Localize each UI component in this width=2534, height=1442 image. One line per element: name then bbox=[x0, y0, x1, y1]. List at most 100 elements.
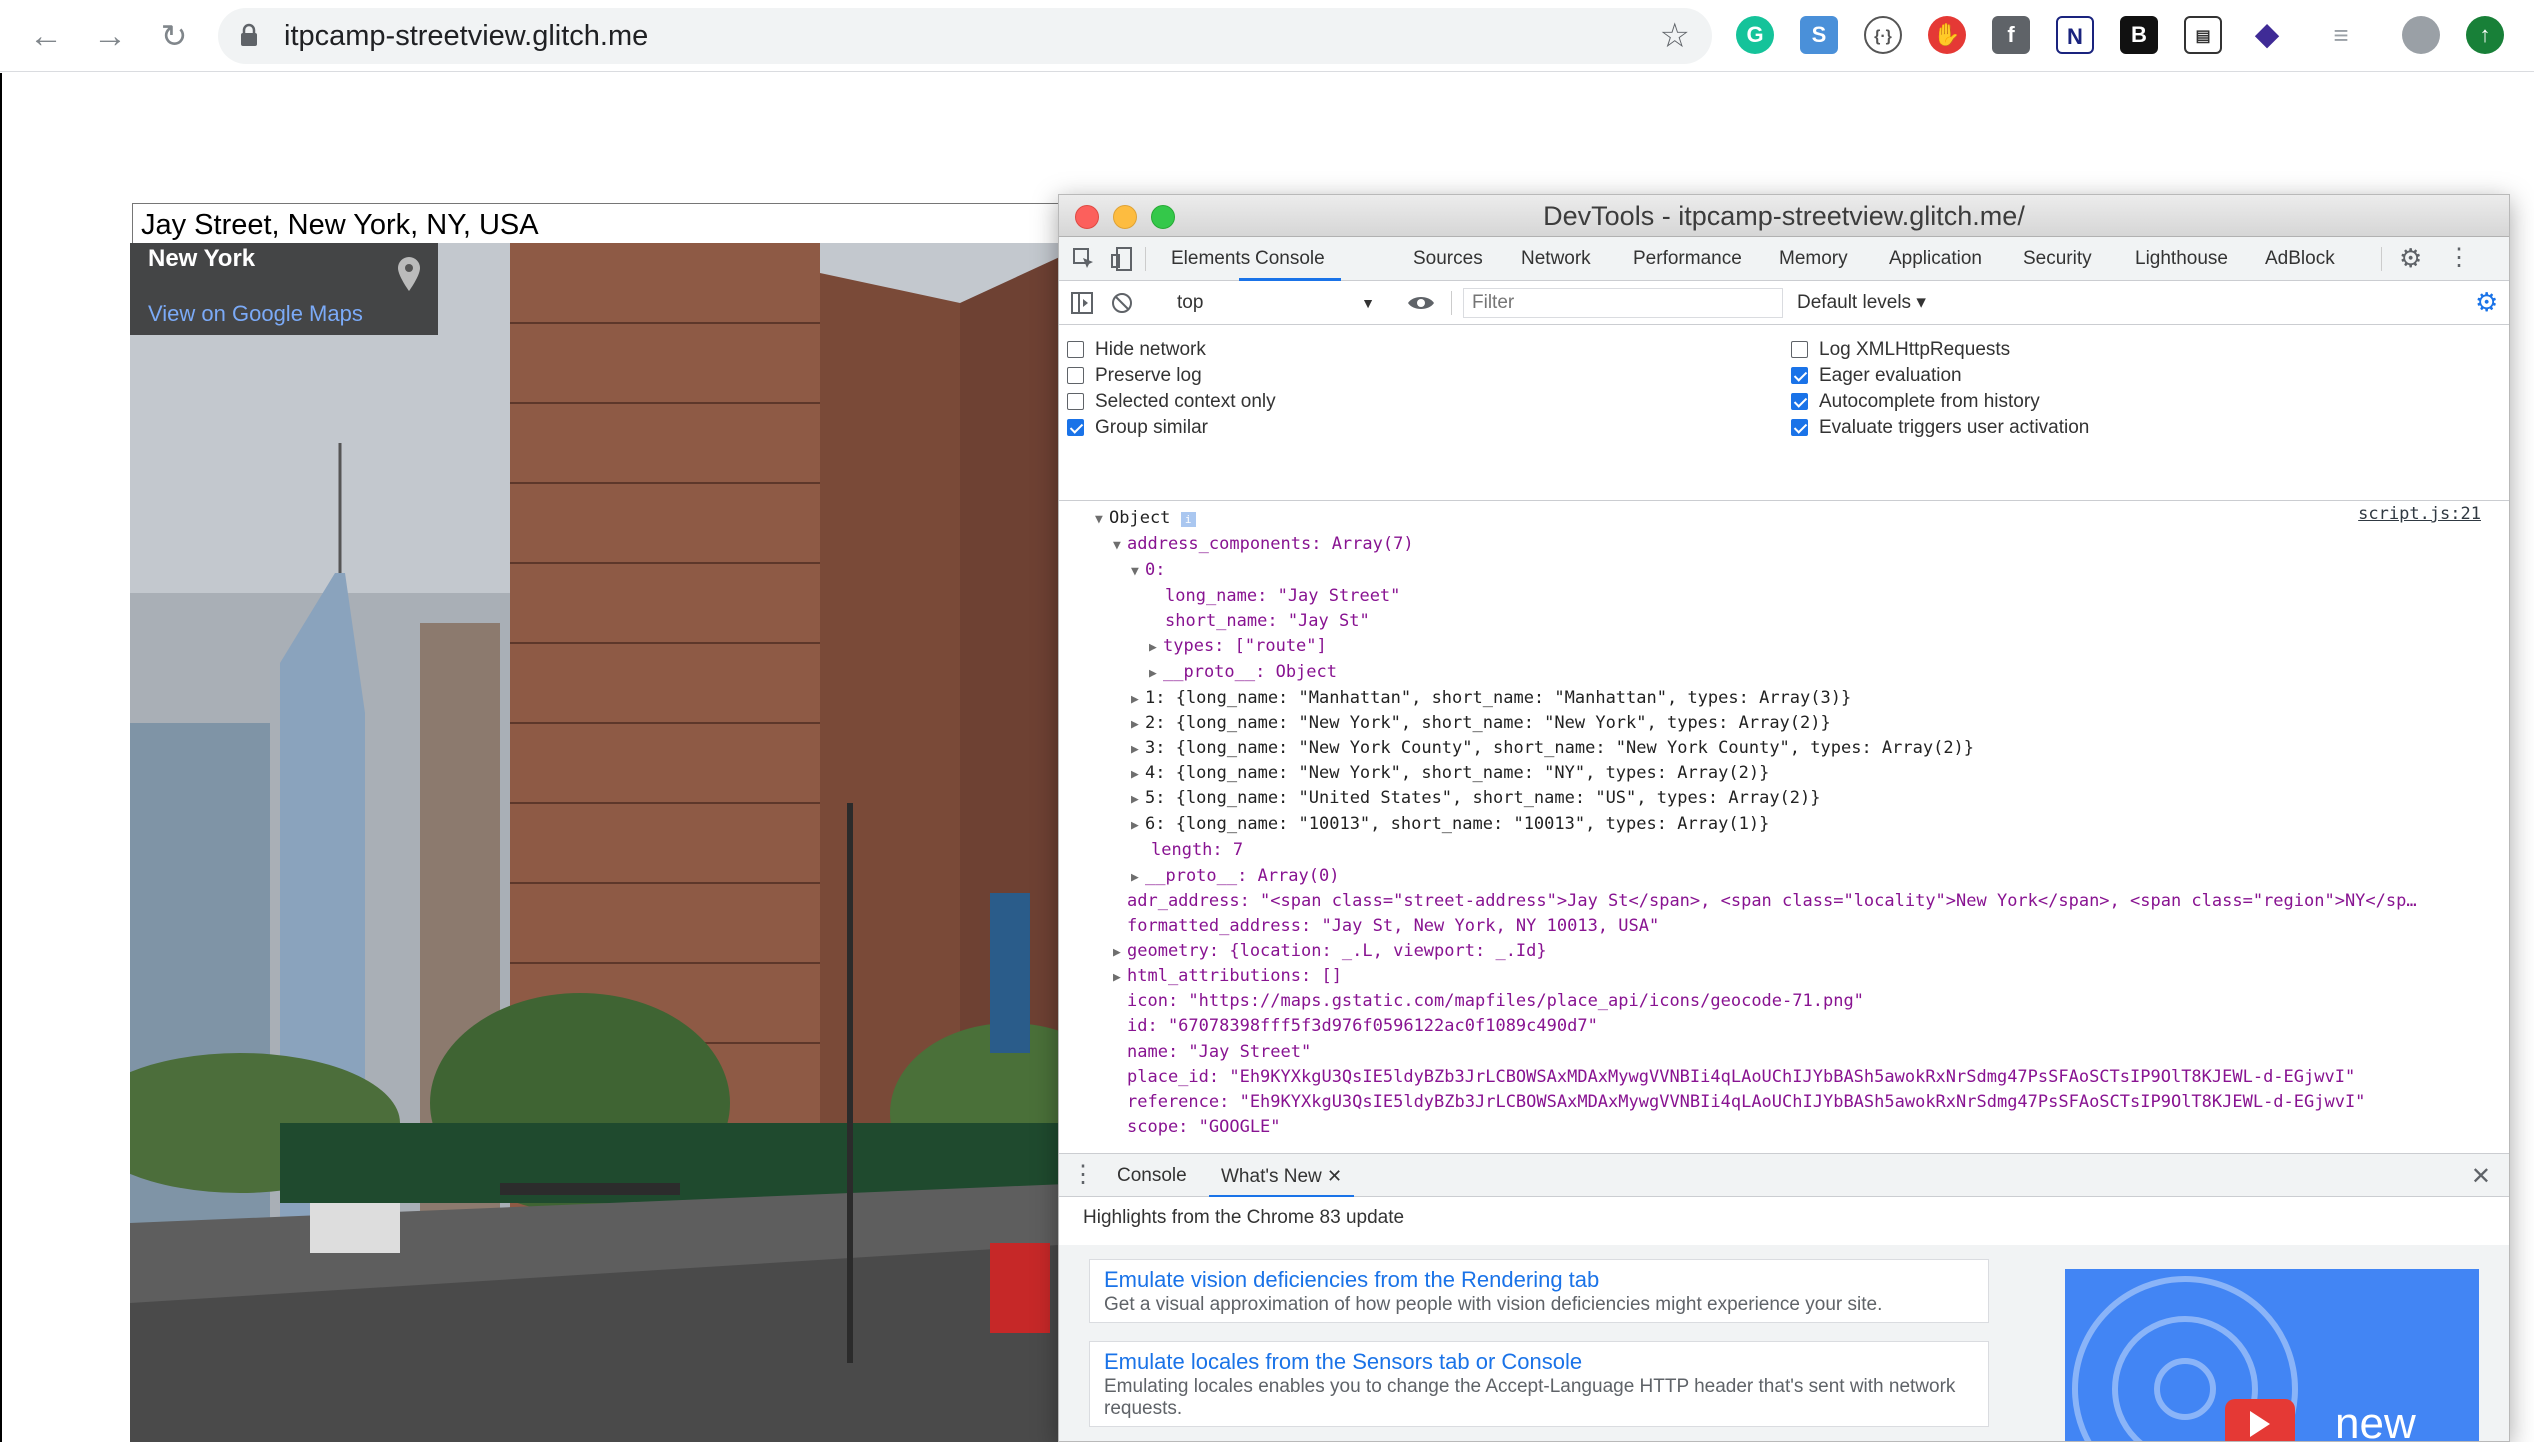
console-output[interactable]: script.js:21 ▼ Object i ▼ address_componen… bbox=[1059, 501, 2509, 1153]
console-line[interactable]: ▶ 5: {long_name: "United States", short_n… bbox=[1131, 785, 1821, 811]
location-card: New York View on Google Maps bbox=[130, 243, 438, 335]
promo-text: new bbox=[2335, 1399, 2416, 1442]
feature-title[interactable]: Emulate vision deficiencies from the Ren… bbox=[1104, 1266, 1974, 1294]
settings-gear-icon[interactable]: ⚙ bbox=[2399, 243, 2422, 274]
checkbox-box bbox=[1067, 367, 1084, 384]
tab-application[interactable]: Application bbox=[1889, 237, 1982, 281]
tab-adblock[interactable]: AdBlock bbox=[2265, 237, 2335, 281]
code-icon[interactable]: {·} bbox=[1864, 16, 1902, 54]
group-similar-checkbox[interactable]: Group similar bbox=[1067, 415, 1208, 441]
feature-title[interactable]: Emulate locales from the Sensors tab or … bbox=[1104, 1348, 1974, 1376]
console-line[interactable]: ▶ 1: {long_name: "Manhattan", short_name:… bbox=[1131, 685, 1851, 711]
b-extension-icon[interactable]: B bbox=[2120, 16, 2158, 54]
expand-arrow-icon[interactable]: ▼ bbox=[1095, 507, 1109, 533]
info-icon[interactable]: i bbox=[1180, 512, 1196, 527]
s-extension-icon[interactable]: S bbox=[1800, 16, 1838, 54]
feature-card[interactable]: Emulate locales from the Sensors tab or … bbox=[1089, 1341, 1989, 1427]
device-toolbar-icon[interactable] bbox=[1111, 247, 1133, 271]
address-bar[interactable]: itpcamp-streetview.glitch.me ☆ bbox=[218, 8, 1712, 64]
layers-icon[interactable]: ◆ bbox=[2248, 16, 2286, 54]
inspect-element-icon[interactable] bbox=[1073, 248, 1095, 270]
n-extension-icon[interactable]: N bbox=[2056, 16, 2094, 54]
console-line-text: html_attributions: [] bbox=[1127, 966, 1342, 986]
autocomplete-from-history-checkbox[interactable]: Autocomplete from history bbox=[1791, 389, 2040, 415]
tab-sources[interactable]: Sources bbox=[1413, 237, 1483, 281]
more-options-icon[interactable]: ⋮ bbox=[2447, 243, 2471, 272]
back-icon[interactable]: ← bbox=[26, 16, 66, 56]
expand-arrow-icon[interactable]: ▶ bbox=[1149, 661, 1163, 687]
console-line[interactable]: ▶ 6: {long_name: "10013", short_name: "10… bbox=[1131, 811, 1769, 837]
grammarly-icon[interactable]: G bbox=[1736, 16, 1774, 54]
tab-security[interactable]: Security bbox=[2023, 237, 2092, 281]
evaluate-triggers-user-activation-checkbox[interactable]: Evaluate triggers user activation bbox=[1791, 415, 2089, 441]
live-expression-eye-icon[interactable] bbox=[1407, 293, 1435, 313]
tab-memory[interactable]: Memory bbox=[1779, 237, 1848, 281]
checkbox-box bbox=[1791, 419, 1808, 436]
promo-video-thumbnail[interactable]: new bbox=[2065, 1269, 2479, 1442]
address-input[interactable]: Jay Street, New York, NY, USA bbox=[132, 203, 1092, 247]
feature-card[interactable]: Emulate vision deficiencies from the Ren… bbox=[1089, 1259, 1989, 1323]
media-icon[interactable]: ≡ bbox=[2322, 16, 2360, 54]
source-link[interactable]: script.js:21 bbox=[2358, 501, 2481, 527]
expand-arrow-icon[interactable]: ▶ bbox=[1149, 635, 1163, 661]
sidebar-toggle-icon[interactable] bbox=[1071, 292, 1093, 314]
avatar[interactable] bbox=[2402, 16, 2440, 54]
view-on-google-maps-link[interactable]: View on Google Maps bbox=[148, 301, 363, 327]
console-filter-input[interactable] bbox=[1463, 288, 1783, 318]
clear-console-icon[interactable] bbox=[1111, 292, 1133, 314]
console-line[interactable]: ▶ __proto__: Object bbox=[1149, 659, 1337, 685]
news-icon[interactable]: ▤ bbox=[2184, 16, 2222, 54]
console-line[interactable]: ▶ __proto__: Array(0) bbox=[1131, 863, 1339, 889]
console-line[interactable]: ▶ 3: {long_name: "New York County", short… bbox=[1131, 735, 1974, 761]
preserve-log-checkbox[interactable]: Preserve log bbox=[1067, 363, 1202, 389]
console-line[interactable]: ▶ types: ["route"] bbox=[1149, 633, 1327, 659]
close-tab-icon[interactable]: ✕ bbox=[1327, 1166, 1342, 1186]
expand-arrow-icon[interactable]: ▶ bbox=[1113, 965, 1127, 991]
console-settings-panel: Hide network Preserve log Selected conte… bbox=[1059, 325, 2509, 501]
log-xmlhttprequests-checkbox[interactable]: Log XMLHttpRequests bbox=[1791, 337, 2010, 363]
update-icon[interactable]: ↑ bbox=[2466, 16, 2504, 54]
console-line[interactable]: ▶ 4: {long_name: "New York", short_name: … bbox=[1131, 760, 1769, 786]
forward-icon[interactable]: → bbox=[90, 16, 130, 56]
facebook-icon[interactable]: f bbox=[1992, 16, 2030, 54]
checkbox-label: Eager evaluation bbox=[1819, 365, 1962, 386]
log-levels-dropdown[interactable]: Default levels ▾ bbox=[1797, 288, 1926, 318]
console-line-text: 1: {long_name: "Manhattan", short_name: … bbox=[1145, 688, 1852, 708]
tab-network[interactable]: Network bbox=[1521, 237, 1591, 281]
console-line: adr_address: "<span class="street-addres… bbox=[1127, 888, 2417, 914]
drawer-menu-icon[interactable]: ⋮ bbox=[1071, 1160, 1095, 1189]
streetview-panorama[interactable]: New York View on Google Maps bbox=[130, 243, 1090, 1442]
bookmark-star-icon[interactable]: ☆ bbox=[1660, 16, 1690, 56]
chevron-down-icon: ▼ bbox=[1361, 295, 1375, 311]
expand-arrow-icon[interactable]: ▶ bbox=[1131, 813, 1145, 839]
console-line[interactable]: ▶ 2: {long_name: "New York", short_name: … bbox=[1131, 710, 1831, 736]
tab-performance[interactable]: Performance bbox=[1633, 237, 1742, 281]
drawer-tab-console[interactable]: Console bbox=[1117, 1154, 1187, 1198]
expand-arrow-icon[interactable]: ▼ bbox=[1131, 559, 1145, 585]
console-line[interactable]: ▼ Object i bbox=[1095, 505, 1196, 531]
expand-arrow-icon[interactable]: ▼ bbox=[1113, 533, 1127, 559]
console-line[interactable]: ▶ html_attributions: [] bbox=[1113, 963, 1342, 989]
drawer-tab-whats-new[interactable]: What's New ✕ bbox=[1209, 1154, 1355, 1198]
console-line-text: address_components: Array(7) bbox=[1127, 534, 1414, 554]
reload-icon[interactable]: ↻ bbox=[154, 16, 194, 56]
checkbox-label: Evaluate triggers user activation bbox=[1819, 417, 2090, 438]
console-line[interactable]: ▶ geometry: {location: _.L, viewport: _.I… bbox=[1113, 938, 1547, 964]
close-drawer-icon[interactable]: ✕ bbox=[2471, 1162, 2491, 1191]
console-line[interactable]: ▼ 0: bbox=[1131, 557, 1165, 583]
eager-evaluation-checkbox[interactable]: Eager evaluation bbox=[1791, 363, 1962, 389]
console-line: long_name: "Jay Street" bbox=[1165, 583, 1400, 609]
console-line: name: "Jay Street" bbox=[1127, 1039, 1311, 1065]
stop-icon[interactable]: ✋ bbox=[1928, 16, 1966, 54]
console-settings-gear-icon[interactable]: ⚙ bbox=[2475, 287, 2498, 318]
context-selector[interactable]: top ▼ bbox=[1171, 288, 1381, 318]
tab-console[interactable]: Console bbox=[1239, 237, 1341, 281]
console-line-text: __proto__: Array(0) bbox=[1145, 866, 1340, 886]
hide-network-checkbox[interactable]: Hide network bbox=[1067, 337, 1206, 363]
console-line[interactable]: ▼ address_components: Array(7) bbox=[1113, 531, 1414, 557]
tab-lighthouse[interactable]: Lighthouse bbox=[2135, 237, 2228, 281]
expand-arrow-icon[interactable]: ▶ bbox=[1131, 787, 1145, 813]
selected-context-only-checkbox[interactable]: Selected context only bbox=[1067, 389, 1276, 415]
map-pin-icon[interactable] bbox=[398, 257, 420, 291]
drawer-tabbar: ⋮ Console What's New ✕ ✕ bbox=[1059, 1153, 2509, 1198]
